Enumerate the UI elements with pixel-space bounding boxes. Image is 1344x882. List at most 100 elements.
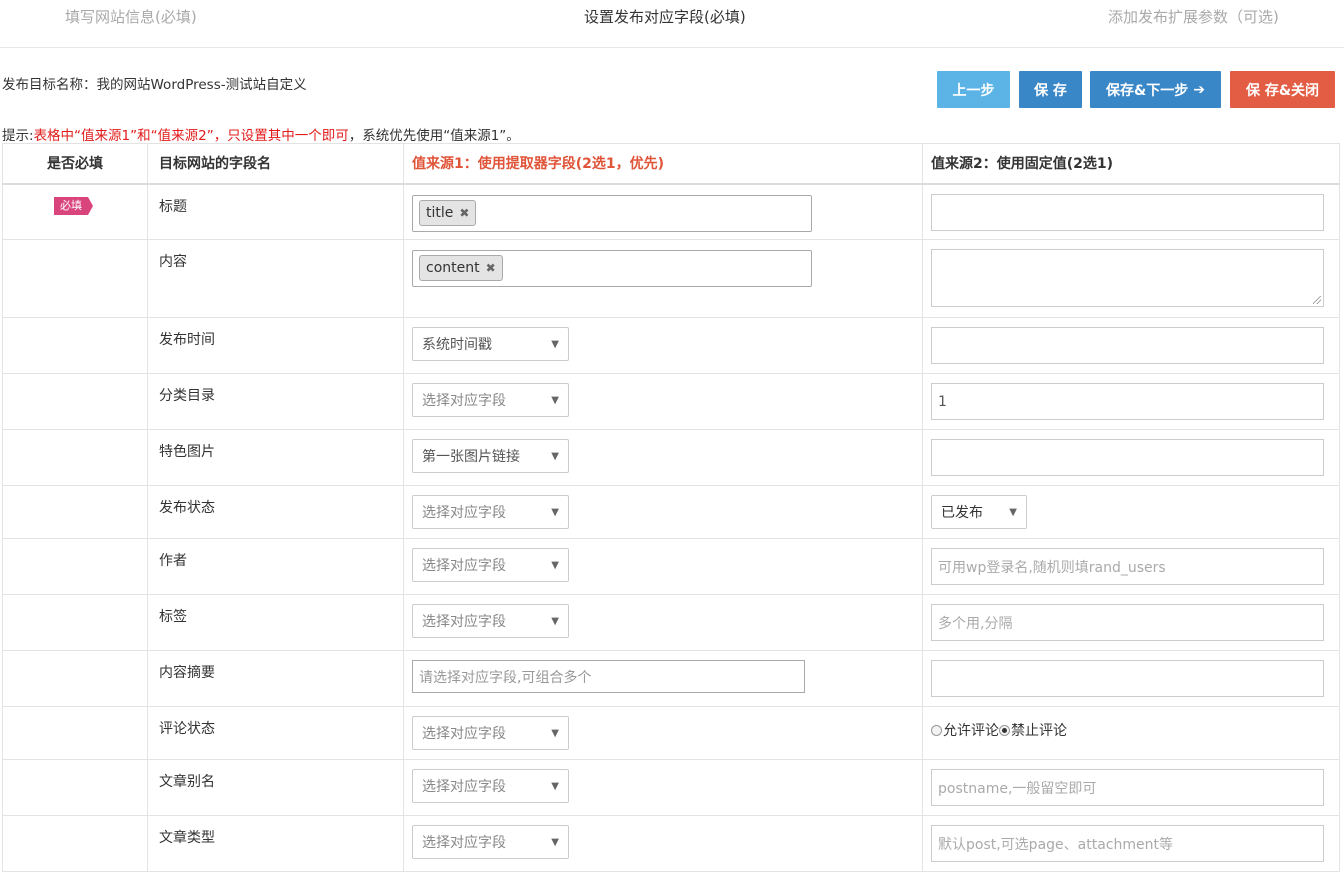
source1-select[interactable]: 选择对应字段 ▼ — [412, 383, 569, 417]
source1-select[interactable]: 选择对应字段 ▼ — [412, 604, 569, 638]
caret-down-icon: ▼ — [551, 395, 559, 406]
postname-input[interactable]: postname,一般留空即可 — [931, 769, 1324, 806]
allow-comments-label[interactable]: 允许评论 — [943, 720, 999, 740]
publish-target-label: 发布目标名称： — [2, 77, 97, 93]
source1-select-value: 选择对应字段 — [422, 779, 506, 795]
post-status-select[interactable]: 已发布 ▼ — [931, 495, 1027, 529]
caret-down-icon: ▼ — [551, 560, 559, 571]
author-input[interactable]: 可用wp登录名,随机则填rand_users — [931, 548, 1324, 585]
source1-select[interactable]: 选择对应字段 ▼ — [412, 716, 569, 750]
fixed-value-input[interactable]: 1 — [931, 383, 1324, 420]
disable-comments-radio[interactable] — [999, 724, 1010, 736]
resize-grip-icon[interactable] — [1313, 296, 1321, 304]
source1-select-value: 第一张图片链接 — [422, 449, 520, 465]
source1-select-value: 选择对应字段 — [422, 505, 506, 521]
caret-down-icon: ▼ — [1009, 507, 1017, 518]
post-status-value: 已发布 — [941, 505, 983, 521]
table-row: 文章类型 选择对应字段 ▼ 默认post,可选page、attachment等 — [2, 815, 1340, 872]
step-field-mapping[interactable]: 设置发布对应字段(必填) — [584, 6, 746, 27]
table-row: 内容摘要 请选择对应字段,可组合多个 — [2, 650, 1340, 707]
table-row: 发布时间 系统时间戳 ▼ — [2, 317, 1340, 374]
caret-down-icon: ▼ — [551, 451, 559, 462]
source1-tag-input[interactable]: title ✖ — [412, 194, 812, 232]
table-row: 作者 选择对应字段 ▼ 可用wp登录名,随机则填rand_users — [2, 538, 1340, 595]
table-row: 必填 标题 title ✖ — [2, 183, 1340, 240]
field-name: 发布时间 — [159, 332, 215, 348]
field-name: 作者 — [159, 553, 187, 569]
allow-comments-radio[interactable] — [931, 724, 942, 736]
publish-target-name: 发布目标名称：我的网站WordPress-测试站自定义 — [2, 73, 307, 93]
source1-select-value: 选择对应字段 — [422, 835, 506, 851]
save-close-button[interactable]: 保 存&关闭 — [1230, 71, 1335, 108]
field-name: 文章类型 — [159, 830, 215, 846]
caret-down-icon: ▼ — [551, 339, 559, 350]
field-name: 标签 — [159, 609, 187, 625]
prev-step-button[interactable]: 上一步 — [937, 71, 1010, 108]
source1-select[interactable]: 选择对应字段 ▼ — [412, 769, 569, 803]
table-row: 标签 选择对应字段 ▼ 多个用,分隔 — [2, 594, 1340, 651]
source1-select-value: 系统时间戳 — [422, 337, 492, 353]
table-row: 发布状态 选择对应字段 ▼ 已发布 ▼ — [2, 485, 1340, 539]
disable-comments-label[interactable]: 禁止评论 — [1011, 720, 1067, 740]
table-row: 文章别名 选择对应字段 ▼ postname,一般留空即可 — [2, 759, 1340, 816]
field-name: 标题 — [159, 198, 187, 215]
post-type-input[interactable]: 默认post,可选page、attachment等 — [931, 825, 1324, 862]
field-name: 发布状态 — [159, 500, 215, 516]
required-badge: 必填 — [54, 196, 93, 215]
fixed-value-textarea[interactable] — [931, 249, 1324, 307]
tip-prefix: 提示: — [2, 128, 34, 144]
field-tag: content ✖ — [419, 255, 503, 281]
field-tag: title ✖ — [419, 199, 477, 226]
remove-tag-icon[interactable]: ✖ — [486, 261, 496, 275]
step-site-info[interactable]: 填写网站信息(必填) — [65, 6, 197, 27]
table-row: 特色图片 第一张图片链接 ▼ — [2, 429, 1340, 486]
fixed-value-input[interactable] — [931, 439, 1324, 476]
source1-select[interactable]: 选择对应字段 ▼ — [412, 548, 569, 582]
source1-select-value: 选择对应字段 — [422, 393, 506, 409]
source1-select-value: 选择对应字段 — [422, 558, 506, 574]
tip-text: 提示:表格中“值来源1”和“值来源2”，只设置其中一个即可，系统优先使用“值来源… — [2, 124, 520, 144]
caret-down-icon: ▼ — [551, 837, 559, 848]
save-next-label: 保存&下一步 — [1106, 82, 1189, 99]
field-name: 评论状态 — [159, 721, 215, 737]
comment-status-radios: 允许评论 禁止评论 — [931, 720, 1067, 740]
tags-input[interactable]: 多个用,分隔 — [931, 604, 1324, 641]
excerpt-source-input[interactable]: 请选择对应字段,可组合多个 — [412, 660, 805, 693]
field-name: 内容 — [159, 254, 187, 270]
wizard-steps: 填写网站信息(必填) 设置发布对应字段(必填) 添加发布扩展参数（可选) — [0, 0, 1344, 48]
source1-select[interactable]: 第一张图片链接 ▼ — [412, 439, 569, 473]
fixed-value-input[interactable] — [931, 193, 1324, 231]
source1-select[interactable]: 系统时间戳 ▼ — [412, 327, 569, 361]
source1-select[interactable]: 选择对应字段 ▼ — [412, 825, 569, 859]
caret-down-icon: ▼ — [551, 616, 559, 627]
save-button[interactable]: 保 存 — [1019, 71, 1082, 108]
arrow-right-icon: ➔ — [1193, 81, 1205, 98]
table-row: 内容 content ✖ — [2, 239, 1340, 318]
table-header: 是否必填 目标网站的字段名 值来源1：使用提取器字段(2选1，优先) 值来源2：… — [2, 143, 1340, 185]
step-extra-params[interactable]: 添加发布扩展参数（可选) — [1108, 6, 1279, 27]
field-tag-label: title — [426, 204, 454, 221]
field-name: 内容摘要 — [159, 665, 215, 681]
fixed-value-input[interactable] — [931, 660, 1324, 697]
source1-select[interactable]: 选择对应字段 ▼ — [412, 495, 569, 529]
field-mapping-table: 是否必填 目标网站的字段名 值来源1：使用提取器字段(2选1，优先) 值来源2：… — [2, 143, 1340, 872]
tip-red: 表格中“值来源1”和“值来源2”，只设置其中一个即可 — [33, 128, 349, 144]
tip-suffix: ，系统优先使用“值来源1”。 — [348, 128, 520, 144]
caret-down-icon: ▼ — [551, 781, 559, 792]
source1-tag-input[interactable]: content ✖ — [412, 250, 812, 287]
field-name: 文章别名 — [159, 774, 215, 790]
publish-target-value: 我的网站WordPress-测试站自定义 — [96, 77, 307, 93]
caret-down-icon: ▼ — [551, 507, 559, 518]
caret-down-icon: ▼ — [551, 728, 559, 739]
save-next-button[interactable]: 保存&下一步 ➔ — [1090, 71, 1221, 108]
col-source2: 值来源2：使用固定值(2选1) — [922, 143, 1340, 185]
field-name: 特色图片 — [159, 444, 215, 460]
col-field-name: 目标网站的字段名 — [147, 143, 404, 185]
table-row: 分类目录 选择对应字段 ▼ 1 — [2, 373, 1340, 430]
remove-tag-icon[interactable]: ✖ — [459, 206, 469, 220]
field-name: 分类目录 — [159, 388, 215, 404]
field-tag-label: content — [426, 260, 480, 276]
col-source1: 值来源1：使用提取器字段(2选1，优先) — [403, 143, 923, 185]
fixed-value-input[interactable] — [931, 327, 1324, 364]
source1-select-value: 选择对应字段 — [422, 614, 506, 630]
